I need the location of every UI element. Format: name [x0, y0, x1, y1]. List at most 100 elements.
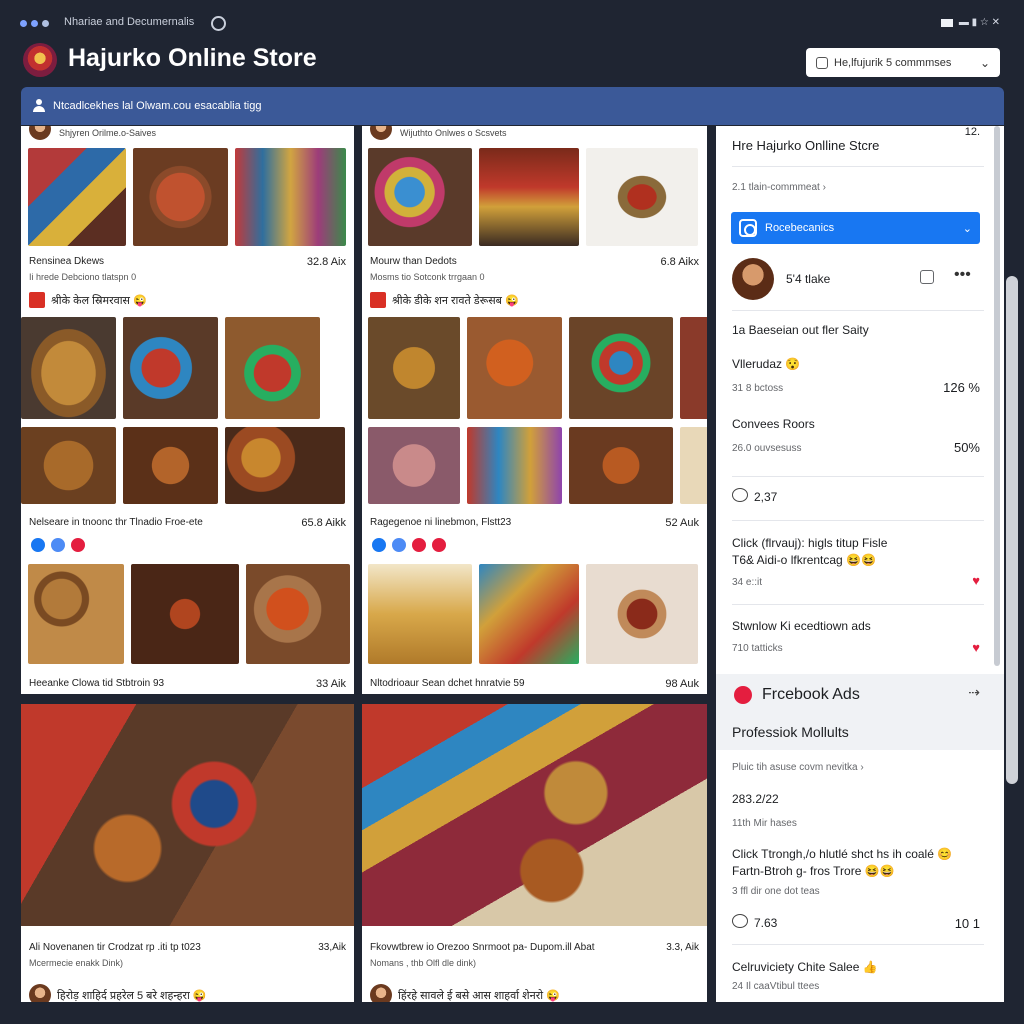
- like-icon[interactable]: [29, 536, 47, 554]
- product-image[interactable]: [680, 317, 707, 419]
- love-icon[interactable]: [69, 536, 87, 554]
- avatar[interactable]: [29, 984, 51, 1002]
- poster-row[interactable]: Wijuthto Onlwes o Scsvets: [362, 126, 707, 140]
- product-image[interactable]: [28, 564, 124, 664]
- window-dots[interactable]: [20, 20, 49, 27]
- account-bar[interactable]: Ntcadlcekhes lal Olwam.cou esacablia tig…: [21, 87, 1004, 125]
- product-image[interactable]: [586, 148, 698, 246]
- product-image[interactable]: [225, 427, 345, 504]
- post-price: 33 Aik: [316, 678, 346, 690]
- product-image[interactable]: [368, 564, 472, 664]
- page-scrollbar[interactable]: [1006, 276, 1018, 784]
- panel-row-text: 1a Baeseian out fler Saity: [732, 323, 869, 337]
- divider: [732, 604, 984, 605]
- feed-column-1[interactable]: Shjyren Orilme.o-Saives Rensinea Dkews 3…: [21, 126, 354, 694]
- panel-time: 12.: [964, 126, 980, 138]
- product-image[interactable]: [368, 317, 460, 419]
- product-image[interactable]: [467, 427, 562, 504]
- more-icon[interactable]: •••: [954, 266, 971, 284]
- filter-icon: [816, 56, 828, 69]
- product-image[interactable]: [123, 317, 218, 419]
- product-image[interactable]: [680, 427, 707, 504]
- product-image[interactable]: [246, 564, 350, 664]
- love-icon[interactable]: [410, 536, 428, 554]
- product-image[interactable]: [368, 427, 460, 504]
- avatar[interactable]: [29, 126, 51, 140]
- reaction-buttons[interactable]: [29, 536, 87, 554]
- insights-panel[interactable]: Hre Hajurko Onlline Stcre 12. 2.1 tlain-…: [716, 126, 1004, 1002]
- reaction-buttons[interactable]: [370, 536, 448, 554]
- profile-likes: 5'4 tlake: [786, 272, 831, 286]
- product-image[interactable]: [368, 148, 472, 246]
- instagram-icon: [739, 219, 757, 237]
- post-price: 33,Aik: [318, 942, 346, 953]
- featured-post[interactable]: Fkovwtbrew io Orezoo Snrmoot pa- Dupom.i…: [362, 704, 707, 1002]
- metric-label: Vllerudaz 😯: [732, 357, 801, 371]
- like-icon[interactable]: [370, 536, 388, 554]
- product-image[interactable]: [235, 148, 346, 246]
- store-logo[interactable]: [23, 43, 57, 77]
- product-image[interactable]: [133, 148, 228, 246]
- panel-scrollbar[interactable]: [994, 126, 1000, 666]
- feed-column-2[interactable]: Wijuthto Onlwes o Scsvets Mourw than Ded…: [362, 126, 707, 694]
- product-image[interactable]: [131, 564, 239, 664]
- metric-subtext: 31 8 bctoss: [732, 383, 784, 394]
- heart-icon[interactable]: ♥: [972, 640, 980, 655]
- product-image[interactable]: [123, 427, 218, 504]
- post-subtext: Mcermecie enakk Dink): [29, 958, 124, 968]
- product-image[interactable]: [479, 564, 579, 664]
- featured-post[interactable]: Ali Novenanen tir Crodzat rp .iti tp t02…: [21, 704, 354, 1002]
- page-select-dropdown[interactable]: Rocebecanics ⌄: [731, 212, 980, 244]
- product-image[interactable]: [21, 427, 116, 504]
- poster-row[interactable]: Shjyren Orilme.o-Saives: [21, 126, 354, 140]
- post-meta: Nelseare in tnoonc thr Tlnadio Froe-ete …: [29, 517, 346, 529]
- window-controls[interactable]: ▬ ▮ ☆ ✕: [940, 17, 1000, 28]
- post-meta: Mourw than Dedots 6.8 Aikx: [370, 256, 699, 268]
- minimize-icon[interactable]: [940, 18, 953, 27]
- ads-subtext: 710 tatticks: [732, 643, 783, 654]
- avatar[interactable]: [732, 258, 774, 300]
- product-image[interactable]: [28, 148, 126, 246]
- comment-link[interactable]: 2.1 tlain-commmeat ›: [732, 182, 826, 193]
- metric-value: 283.2/22: [732, 792, 779, 806]
- product-image[interactable]: [225, 317, 320, 419]
- reaction-row[interactable]: श्रीके डीके शन रावते डेरूसब 😜: [370, 292, 519, 308]
- edit-icon[interactable]: [920, 270, 934, 284]
- avatar[interactable]: [370, 126, 392, 140]
- post-subtext: Mosms tio Sotconk trrgaan 0: [370, 272, 485, 282]
- avatar[interactable]: [370, 984, 392, 1002]
- comments-filter-dropdown[interactable]: He,lfujurik 5 commmses ⌄: [806, 48, 1000, 77]
- globe-icon[interactable]: [211, 16, 226, 31]
- panel-link[interactable]: Pluic tih asuse covm nevitka ›: [732, 762, 864, 773]
- facebook-ads-section[interactable]: Frcebook Ads ⇢ Professiok Mollults: [716, 674, 1004, 750]
- comment-icon[interactable]: [732, 914, 748, 928]
- metric-value: 50%: [953, 440, 980, 455]
- post-price: 52 Auk: [665, 517, 699, 529]
- product-image[interactable]: [586, 564, 698, 664]
- reaction-row[interactable]: श्रीके केल स्रिमरवास 😜: [29, 292, 147, 308]
- product-image[interactable]: [467, 317, 562, 419]
- product-image[interactable]: [569, 427, 673, 504]
- image-row: [368, 148, 698, 246]
- post-price: 6.8 Aikx: [660, 256, 699, 268]
- love-icon[interactable]: [430, 536, 448, 554]
- comment-count: 2,37: [754, 490, 778, 504]
- like-icon[interactable]: [390, 536, 408, 554]
- featured-image[interactable]: [362, 704, 707, 926]
- heart-icon[interactable]: ♥: [972, 573, 980, 588]
- like-icon[interactable]: [49, 536, 67, 554]
- product-image[interactable]: [21, 317, 116, 419]
- ads-label: Stwnlow Ki ecedtiown ads: [732, 619, 871, 633]
- tab-title[interactable]: Nhariae and Decumernalis: [64, 16, 194, 28]
- featured-image[interactable]: [21, 704, 354, 926]
- reaction-row[interactable]: हिंरहे सावले ई बसे आस शाहर्वा शेनरो 😜: [370, 984, 560, 1002]
- product-image[interactable]: [569, 317, 673, 419]
- post-subtext: Nomans , thb Olfl dle dink): [370, 958, 477, 968]
- product-image[interactable]: [479, 148, 579, 246]
- cta-line: T6& Aidi-o lfkrentcag 😆😆: [732, 553, 876, 567]
- reaction-row[interactable]: हिरोड़ शाहिर्द प्रहरेल 5 बरे शहन्हरा 😜: [29, 984, 207, 1002]
- metric-value: 126 %: [943, 380, 980, 395]
- image-row: [368, 317, 707, 419]
- comment-icon[interactable]: [732, 488, 748, 502]
- arrow-icon[interactable]: ⇢: [968, 684, 980, 701]
